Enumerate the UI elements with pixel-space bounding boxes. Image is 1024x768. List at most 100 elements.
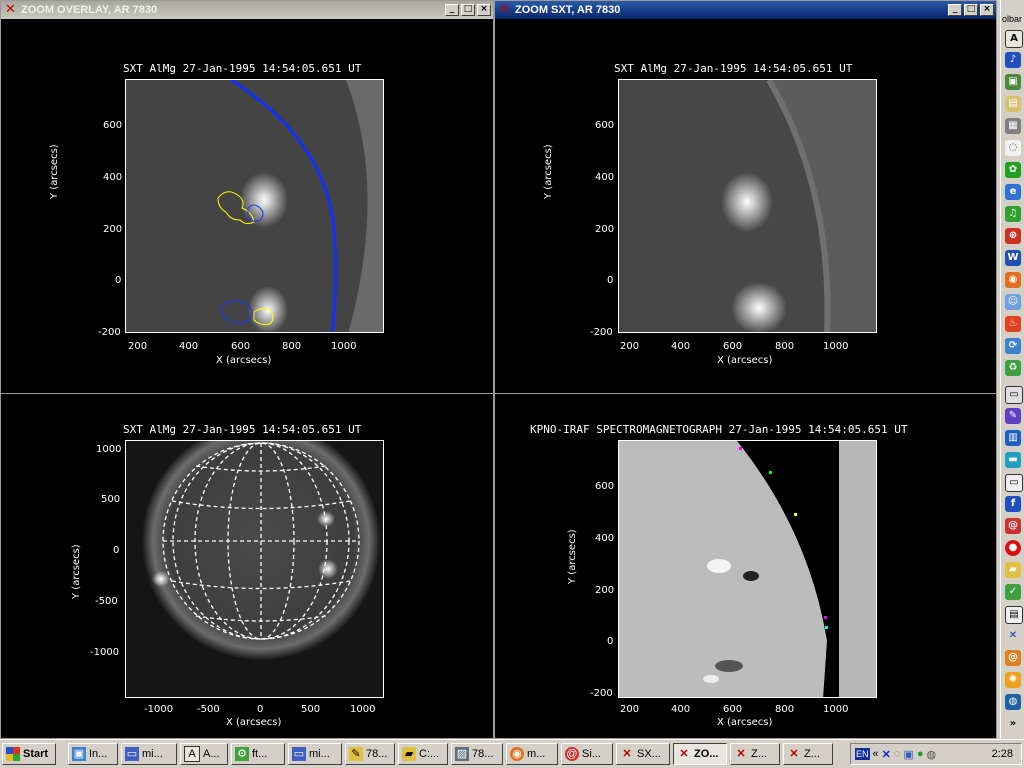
- chevron-left-icon[interactable]: «: [873, 748, 879, 760]
- taskbar-item[interactable]: ▨ 78...: [451, 743, 503, 765]
- language-indicator[interactable]: EN: [855, 748, 870, 760]
- more-chevron-icon[interactable]: »: [1005, 716, 1021, 732]
- taskbar-item[interactable]: @ Si...: [561, 743, 613, 765]
- taskbar-item[interactable]: ✕ SX...: [616, 743, 670, 765]
- window-icon[interactable]: ▭: [1005, 386, 1023, 404]
- y-tick: 0: [113, 545, 120, 556]
- taskbar: Start ▣ In... ▭ mi... A A... ⚙ ft... ▭ mi... …: [0, 739, 1024, 768]
- maximize-button[interactable]: □: [964, 4, 978, 16]
- books-icon[interactable]: ▥: [1005, 430, 1021, 446]
- start-button[interactable]: Start: [2, 743, 56, 765]
- y-tick: -200: [98, 327, 121, 338]
- minimize-button[interactable]: _: [445, 4, 459, 16]
- taskbar-item[interactable]: ▰ C:...: [398, 743, 448, 765]
- email-icon[interactable]: @: [1005, 650, 1021, 666]
- taskbar-item[interactable]: ✎ 78...: [345, 743, 395, 765]
- taskbar-item[interactable]: ▭ mi...: [121, 743, 177, 765]
- firefox-icon[interactable]: ◉: [1005, 272, 1021, 288]
- zoom-sxt-window[interactable]: ✕ ZOOM SXT, AR 7830 _ □ × SXT AlMg 27-Ja…: [494, 0, 997, 393]
- taskbar-item[interactable]: ✕ Z...: [730, 743, 780, 765]
- idl-icon[interactable]: ✕: [1005, 628, 1021, 644]
- clover-icon[interactable]: ✿: [1005, 162, 1021, 178]
- acrobat-icon: A: [184, 746, 200, 762]
- idl-tray-icon[interactable]: ✕: [882, 748, 891, 761]
- taskbar-item[interactable]: ▭ mi...: [288, 743, 342, 765]
- sync-icon[interactable]: ⟳: [1005, 338, 1021, 354]
- volume-icon[interactable]: ◍: [926, 748, 936, 761]
- y-tick: 600: [595, 481, 615, 492]
- edge-pixel: [739, 447, 742, 450]
- active-region: [152, 571, 170, 587]
- document-icon[interactable]: ▤: [1005, 96, 1021, 112]
- window-icon: ▭: [125, 747, 139, 761]
- music-icon[interactable]: ♪: [1005, 52, 1021, 68]
- red-dot-icon[interactable]: ●: [1005, 540, 1021, 556]
- y-tick: -200: [590, 327, 613, 338]
- word-icon[interactable]: W: [1005, 250, 1021, 266]
- plot-title: KPNO-IRAF SPECTROMAGNETOGRAPH 27-Jan-199…: [530, 423, 908, 436]
- idl-x-icon: ✕: [5, 2, 16, 17]
- overlay-titlebar[interactable]: ✕ ZOOM OVERLAY, AR 7830 _ □ ×: [1, 1, 493, 19]
- folder-icon: ▰: [402, 747, 416, 761]
- blank-window-icon[interactable]: ▭: [1005, 474, 1023, 492]
- x-tick: 1000: [331, 341, 357, 352]
- x-axis-label: X (arcsecs): [216, 355, 272, 366]
- network-icon[interactable]: ▣: [1005, 74, 1021, 90]
- plot-1: SXT AlMg 27-Jan-1995 14:54:05.651 UT Y (…: [1, 19, 493, 393]
- taskbar-item-active[interactable]: ✕ ZO...: [673, 743, 727, 765]
- magnetogram-svg: [619, 441, 876, 697]
- x-tick: 1000: [823, 704, 849, 715]
- terminal-icon[interactable]: ▬: [1005, 452, 1021, 468]
- idl-x-icon: ✕: [736, 748, 746, 760]
- network-tray-icon[interactable]: ▣: [903, 748, 913, 761]
- y-tick: 0: [115, 275, 122, 286]
- y-tick: 400: [595, 172, 615, 183]
- zoom-overlay-window[interactable]: ✕ ZOOM OVERLAY, AR 7830 _ □ × SXT AlMg 2…: [0, 0, 494, 393]
- y-tick: 600: [595, 120, 615, 131]
- close-button[interactable]: ×: [477, 4, 491, 16]
- notes-icon[interactable]: ✓: [1005, 584, 1021, 600]
- chat-icon[interactable]: ◌: [1005, 140, 1021, 156]
- plot-2: SXT AlMg 27-Jan-1995 14:54:05.651 UT Y (…: [495, 19, 996, 393]
- person-icon[interactable]: ☺: [1005, 294, 1021, 310]
- y-axis-label: Y (arcsecs): [49, 144, 60, 199]
- green-status-icon[interactable]: ●: [917, 748, 924, 760]
- sun-icon[interactable]: ✺: [1005, 672, 1021, 688]
- sxt-full-disk-image: [125, 440, 384, 698]
- clock[interactable]: 2:28: [992, 748, 1013, 760]
- minimize-button[interactable]: _: [948, 4, 962, 16]
- x-tick: 400: [179, 341, 199, 352]
- edge-pixel: [825, 626, 828, 629]
- window-title: ZOOM OVERLAY, AR 7830: [21, 4, 158, 16]
- earth-icon[interactable]: ◍: [1005, 694, 1021, 710]
- y-tick: 0: [607, 275, 614, 286]
- ftp-icon[interactable]: f: [1005, 496, 1021, 512]
- sxt-zoom-image: [618, 79, 877, 333]
- taskbar-item[interactable]: ◉ m...: [506, 743, 558, 765]
- chart-icon[interactable]: ▦: [1005, 118, 1021, 134]
- taskbar-item[interactable]: ⚙ ft...: [231, 743, 285, 765]
- active-region: [317, 511, 335, 527]
- spiral-icon[interactable]: @: [1005, 518, 1021, 534]
- full-disk-window[interactable]: SXT AlMg 27-Jan-1995 14:54:05.651 UT Y (…: [0, 393, 494, 739]
- chat-tray-icon[interactable]: ◌: [894, 748, 901, 760]
- close-button[interactable]: ×: [980, 4, 994, 16]
- lifebuoy-icon[interactable]: ⊕: [1005, 228, 1021, 244]
- magnetogram-window[interactable]: KPNO-IRAF SPECTROMAGNETOGRAPH 27-Jan-199…: [494, 393, 997, 739]
- globe-icon[interactable]: e: [1005, 184, 1021, 200]
- y-tick: 200: [595, 585, 615, 596]
- y-tick: -500: [95, 596, 118, 607]
- media-icon[interactable]: ♫: [1005, 206, 1021, 222]
- recycle-icon[interactable]: ♻: [1005, 360, 1021, 376]
- taskbar-item[interactable]: ▣ In...: [68, 743, 118, 765]
- sxt-titlebar[interactable]: ✕ ZOOM SXT, AR 7830 _ □ ×: [495, 1, 996, 19]
- tools-icon[interactable]: ✎: [1005, 408, 1021, 424]
- taskbar-item[interactable]: A A...: [180, 743, 228, 765]
- folder-icon[interactable]: ▰: [1005, 562, 1021, 578]
- acrobat-icon[interactable]: A: [1005, 30, 1023, 48]
- flame-icon[interactable]: ♨: [1005, 316, 1021, 332]
- page-icon[interactable]: ▤: [1005, 606, 1023, 624]
- image-strip: [839, 441, 876, 697]
- maximize-button[interactable]: □: [461, 4, 475, 16]
- taskbar-item[interactable]: ✕ Z...: [783, 743, 833, 765]
